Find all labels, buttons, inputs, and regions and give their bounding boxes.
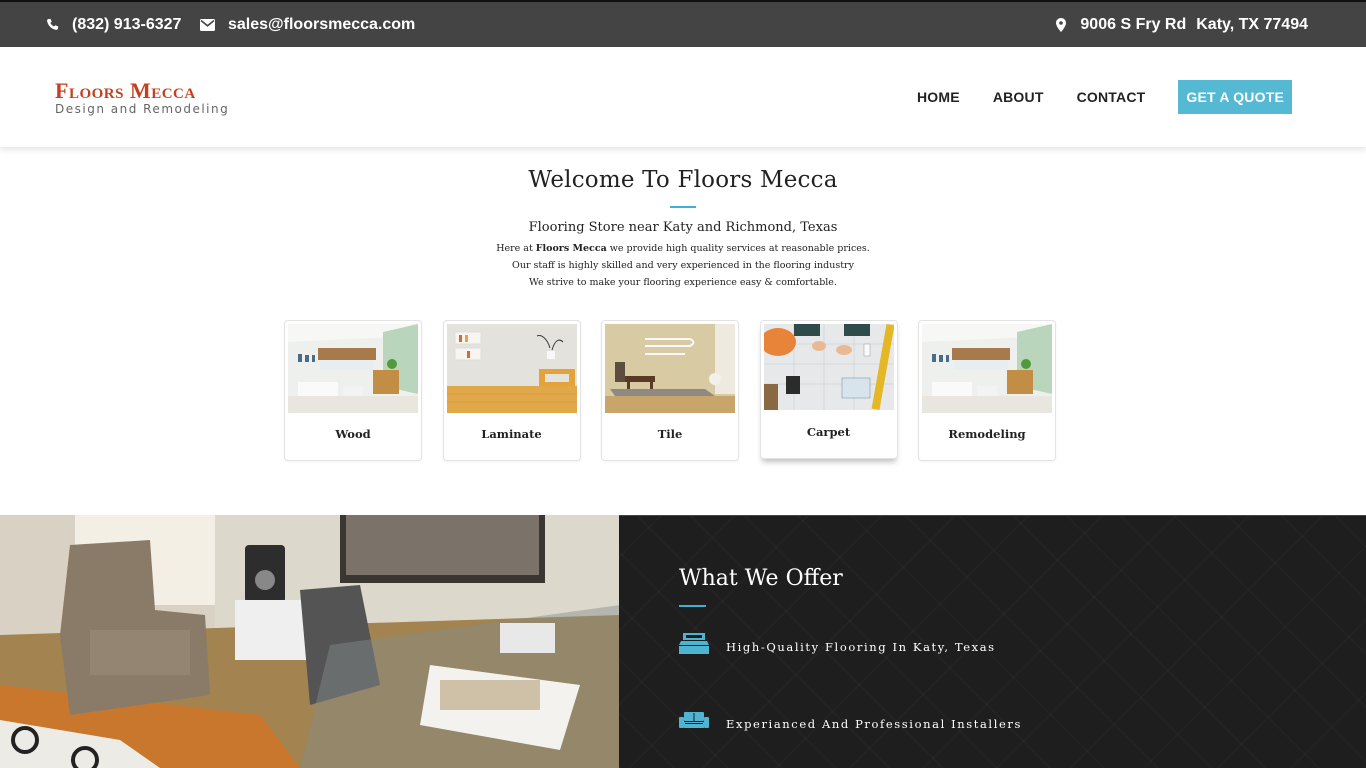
what-we-offer-section: What We Offer High-Quality Flooring In K… — [619, 515, 1366, 768]
desc-line3: We strive to make your flooring experien… — [529, 277, 837, 288]
offer-divider — [679, 605, 706, 607]
desc-line1-prefix: Here at — [496, 243, 536, 254]
service-label: Remodeling — [948, 427, 1026, 441]
welcome-section: Welcome To Floors Mecca Flooring Store n… — [0, 147, 1366, 291]
service-card-remodeling[interactable]: Remodeling — [918, 320, 1056, 461]
top-contact-bar: (832) 913-6327 sales@floorsmecca.com 900… — [0, 0, 1366, 47]
offer-feature-label: High-Quality Flooring In Katy, Texas — [726, 639, 996, 654]
address-city: Katy, TX 77494 — [1196, 15, 1308, 33]
living-room-photo — [288, 324, 418, 413]
logo-subtitle: Design and Remodeling — [55, 102, 230, 116]
service-card-carpet[interactable]: Carpet — [759, 320, 898, 459]
blueprint-planning-photo — [763, 324, 894, 410]
site-header: Floors Mecca Design and Remodeling HOME … — [0, 47, 1366, 147]
laminate-room-photo — [446, 324, 577, 413]
nav-home[interactable]: HOME — [917, 89, 960, 105]
offer-feature: Experianced And Professional Installers — [679, 712, 1022, 735]
offer-feature-label: Experianced And Professional Installers — [726, 716, 1022, 731]
nav-contact[interactable]: CONTACT — [1077, 89, 1146, 105]
living-room-photo — [922, 324, 1052, 413]
logo-title: Floors Mecca — [55, 78, 196, 103]
sofa-icon — [679, 712, 709, 735]
logo[interactable]: Floors Mecca Design and Remodeling — [55, 78, 230, 117]
service-label: Carpet — [806, 425, 851, 439]
desc-line1-suffix: we provide high quality services at reas… — [606, 243, 870, 254]
address: 9006 S Fry Rd Katy, TX 77494 — [1056, 2, 1308, 47]
service-card-laminate[interactable]: Laminate — [442, 320, 581, 461]
main-nav: HOME ABOUT CONTACT GET A QUOTE — [884, 80, 1292, 114]
offer-feature: High-Quality Flooring In Katy, Texas — [679, 633, 996, 660]
service-label: Tile — [657, 427, 683, 441]
offer-title: What We Offer — [679, 566, 843, 591]
tile-room-photo — [605, 324, 735, 413]
service-card-tile[interactable]: Tile — [601, 320, 739, 461]
office-interior-photo — [0, 515, 620, 768]
welcome-title: Welcome To Floors Mecca — [528, 167, 838, 193]
bed-icon — [679, 633, 709, 660]
email-address: sales@floorsmecca.com — [228, 15, 416, 33]
welcome-subtitle: Flooring Store near Katy and Richmond, T… — [528, 220, 838, 235]
desc-brand-name: Floors Mecca — [535, 243, 607, 254]
get-a-quote-button[interactable]: GET A QUOTE — [1178, 80, 1292, 114]
service-cards: Wood Laminate Tile Carpet Remodeling — [284, 320, 1056, 461]
email-link[interactable]: sales@floorsmecca.com — [200, 2, 415, 47]
phone-number: (832) 913-6327 — [72, 15, 182, 33]
desc-line2: Our staff is highly skilled and very exp… — [512, 260, 854, 271]
service-label: Laminate — [481, 427, 542, 441]
phone-link[interactable]: (832) 913-6327 — [46, 2, 181, 47]
title-divider — [670, 206, 696, 208]
address-street: 9006 S Fry Rd — [1080, 15, 1187, 33]
nav-about[interactable]: ABOUT — [993, 89, 1044, 105]
map-marker-icon — [1056, 17, 1067, 32]
welcome-description: Here at Floors Mecca we provide high qua… — [0, 240, 1366, 291]
envelope-icon — [200, 18, 215, 31]
service-card-wood[interactable]: Wood — [284, 320, 422, 461]
phone-icon — [46, 18, 59, 31]
service-label: Wood — [335, 427, 371, 441]
